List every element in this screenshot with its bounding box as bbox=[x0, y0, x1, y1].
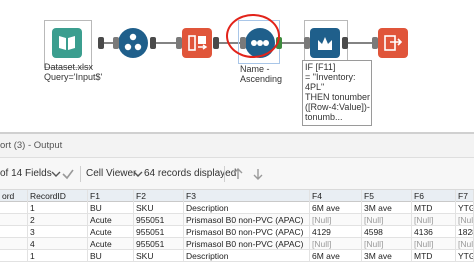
input-tool-annotation: Dataset.xlsx Query='Input$' bbox=[44, 62, 103, 82]
crown-formula-icon bbox=[318, 37, 332, 50]
output-input-anchor[interactable] bbox=[372, 37, 378, 49]
table-row[interactable]: 1 BU SKU Description 6M ave 3M ave MTD Y… bbox=[0, 250, 474, 262]
table-cell: Description bbox=[184, 250, 310, 262]
toolbar-separator bbox=[80, 166, 81, 182]
table-cell: 1 bbox=[28, 250, 88, 262]
cell-viewer-button[interactable]: Cell Viewer bbox=[86, 168, 136, 179]
table-cell: [Nul bbox=[458, 238, 474, 250]
table-cell: Description bbox=[184, 202, 310, 214]
table-cell: 2 bbox=[28, 214, 88, 226]
output-file-icon bbox=[384, 35, 403, 51]
records-displayed-label: 64 records displayed bbox=[144, 168, 237, 179]
table-cell bbox=[0, 250, 28, 262]
table-cell: 3M ave bbox=[362, 202, 412, 214]
formula-output-anchor[interactable] bbox=[342, 37, 348, 49]
toolbar-separator bbox=[224, 166, 225, 182]
table-cell: Acute bbox=[88, 214, 134, 226]
table-cell: 4598 bbox=[362, 226, 412, 238]
table-cell: 4136 bbox=[412, 226, 456, 238]
column-header[interactable]: F6 bbox=[412, 190, 456, 202]
input-data-tool[interactable] bbox=[52, 28, 82, 58]
record-id-output-anchor[interactable] bbox=[150, 37, 156, 49]
table-cell: 955051 bbox=[134, 226, 184, 238]
column-header[interactable]: F1 bbox=[88, 190, 134, 202]
table-cell bbox=[0, 202, 28, 214]
cross-tab-output-anchor[interactable] bbox=[213, 37, 219, 49]
table-cell: [Null] bbox=[362, 238, 412, 250]
table-cell: 3M ave bbox=[362, 250, 412, 262]
arrow-down-icon[interactable] bbox=[250, 166, 266, 182]
book-icon bbox=[59, 36, 75, 50]
column-header[interactable]: RecordID bbox=[28, 190, 88, 202]
table-cell: 6M ave bbox=[310, 202, 362, 214]
table-cell: MTD bbox=[412, 202, 456, 214]
table-row[interactable]: 4 Acute 955051 Prismasol B0 non-PVC (APA… bbox=[0, 238, 474, 250]
results-title: ort (3) - Output bbox=[0, 140, 63, 151]
table-cell: Acute bbox=[88, 238, 134, 250]
results-grid: ord RecordID F1 F2 F3 F4 F5 F6 F7 1 BU S… bbox=[0, 190, 474, 262]
numbered-list-icon bbox=[124, 33, 142, 51]
checkmark-icon[interactable] bbox=[60, 166, 76, 182]
column-header[interactable]: F7 bbox=[456, 190, 474, 202]
table-cell: BU bbox=[88, 250, 134, 262]
output-data-tool[interactable] bbox=[378, 28, 408, 58]
record-id-input-anchor[interactable] bbox=[113, 37, 119, 49]
column-header[interactable]: F2 bbox=[134, 190, 184, 202]
table-cell: YTG bbox=[458, 202, 474, 214]
table-cell: SKU bbox=[134, 202, 184, 214]
input-tool-output-anchor[interactable] bbox=[98, 37, 104, 49]
table-cell: [Null] bbox=[310, 238, 362, 250]
table-cell: Acute bbox=[88, 226, 134, 238]
table-cell bbox=[0, 238, 28, 250]
record-id-tool[interactable] bbox=[118, 28, 148, 58]
table-cell bbox=[0, 226, 28, 238]
results-toolbar: of 14 Fields Cell Viewer 64 records disp… bbox=[0, 158, 474, 190]
table-cell: [Null] bbox=[412, 214, 456, 226]
table-cell: YTG bbox=[458, 250, 474, 262]
table-row[interactable]: 2 Acute 955051 Prismasol B0 non-PVC (APA… bbox=[0, 214, 474, 226]
highlight-circle bbox=[226, 14, 280, 58]
table-cell: [Null] bbox=[310, 214, 362, 226]
table-cell: MTD bbox=[412, 250, 456, 262]
table-cell: SKU bbox=[134, 250, 184, 262]
results-window-header: ort (3) - Output bbox=[0, 134, 474, 158]
cross-tab-input-anchor[interactable] bbox=[176, 37, 182, 49]
table-row[interactable]: 1 BU SKU Description 6M ave 3M ave MTD Y… bbox=[0, 202, 474, 214]
formula-input-anchor[interactable] bbox=[304, 37, 310, 49]
formula-tool-annotation: IF [F11] = "Inventory: 4PL" THEN tonumbe… bbox=[305, 62, 371, 122]
table-cell: 1828 bbox=[458, 226, 474, 238]
fields-selector[interactable]: of 14 Fields bbox=[0, 168, 52, 179]
table-cell: [Nul bbox=[458, 214, 474, 226]
table-cell bbox=[0, 214, 28, 226]
formula-tool[interactable] bbox=[310, 28, 340, 58]
table-transpose-icon bbox=[188, 35, 208, 51]
column-header[interactable]: F4 bbox=[310, 190, 362, 202]
cross-tab-tool[interactable] bbox=[182, 28, 212, 58]
table-cell: 6M ave bbox=[310, 250, 362, 262]
column-header[interactable]: ord bbox=[0, 190, 28, 202]
table-row[interactable]: 3 Acute 955051 Prismasol B0 non-PVC (APA… bbox=[0, 226, 474, 238]
table-cell: 3 bbox=[28, 226, 88, 238]
table-cell: [Null] bbox=[362, 214, 412, 226]
column-header[interactable]: F5 bbox=[362, 190, 412, 202]
table-cell: 4 bbox=[28, 238, 88, 250]
column-header[interactable]: F3 bbox=[184, 190, 310, 202]
table-cell: 955051 bbox=[134, 214, 184, 226]
grid-header-row: ord RecordID F1 F2 F3 F4 F5 F6 F7 bbox=[0, 190, 474, 202]
table-cell: BU bbox=[88, 202, 134, 214]
table-cell: 1 bbox=[28, 202, 88, 214]
table-cell: [Null] bbox=[412, 238, 456, 250]
table-cell: Prismasol B0 non-PVC (APAC) bbox=[184, 226, 310, 238]
sort-tool-annotation: Name - Ascending bbox=[240, 64, 283, 84]
table-cell: 955051 bbox=[134, 238, 184, 250]
table-cell: Prismasol B0 non-PVC (APAC) bbox=[184, 214, 310, 226]
table-cell: Prismasol B0 non-PVC (APAC) bbox=[184, 238, 310, 250]
workflow-canvas[interactable]: Dataset.xlsx Query='Input$' Name - Ascen… bbox=[0, 0, 474, 132]
arrow-up-icon[interactable] bbox=[230, 166, 246, 182]
table-cell: 4129 bbox=[310, 226, 362, 238]
